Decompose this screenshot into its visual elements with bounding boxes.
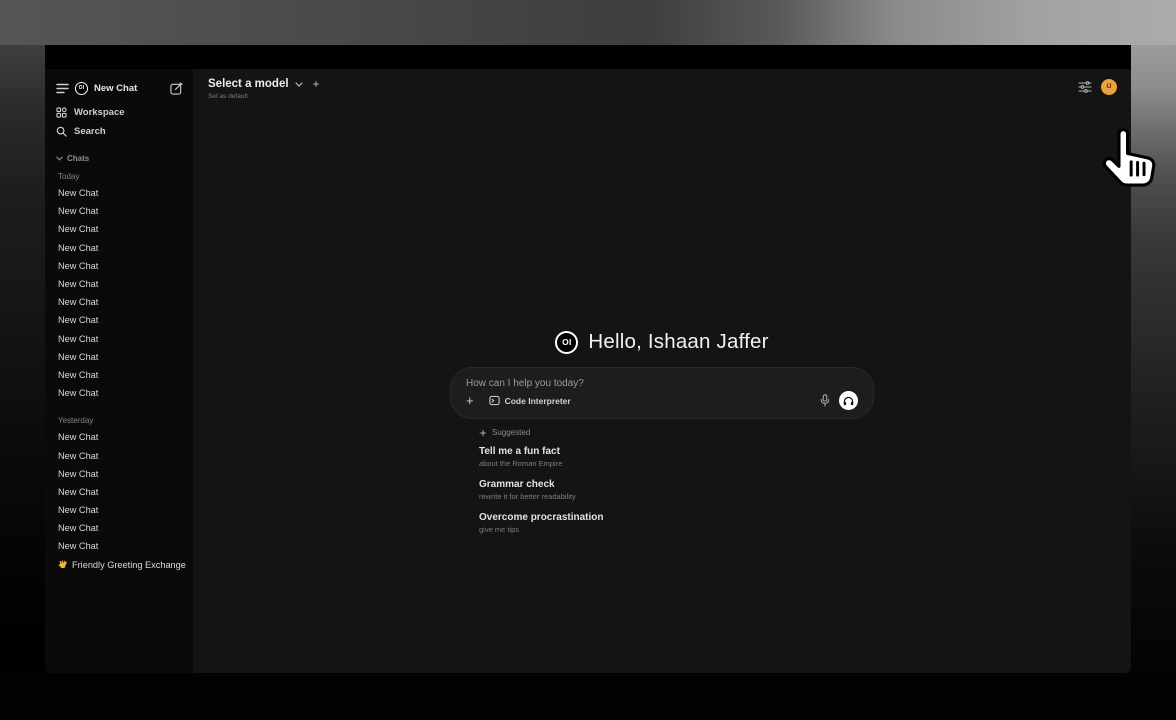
chat-list-today: New ChatNew ChatNew ChatNew ChatNew Chat… [56, 184, 183, 402]
suggestion-title: Grammar check [479, 479, 874, 490]
chat-item[interactable]: New Chat [56, 257, 183, 275]
chat-item[interactable]: New Chat [56, 446, 183, 464]
chat-item[interactable]: New Chat [56, 501, 183, 519]
sparkle-icon [479, 429, 487, 437]
chat-item[interactable]: New Chat [56, 330, 183, 348]
model-chevron-down-icon[interactable] [295, 82, 303, 87]
suggestion-fun-fact[interactable]: Tell me a fun fact about the Roman Empir… [479, 446, 874, 468]
chat-item[interactable]: New Chat [56, 483, 183, 501]
new-chat-icon[interactable] [170, 82, 183, 95]
chat-group-label-today: Today [56, 172, 183, 181]
sidebar-title: New Chat [94, 83, 137, 94]
window-titlebar [45, 45, 1131, 69]
chat-item[interactable]: New Chat [56, 239, 183, 257]
model-selector: Select a model + Set as default [208, 78, 320, 100]
mouse-cursor [1100, 127, 1158, 189]
workspace-grid-icon [56, 107, 67, 118]
search-icon [56, 126, 67, 137]
add-model-button[interactable]: + [313, 79, 320, 89]
chat-item[interactable]: New Chat [56, 348, 183, 366]
suggested-section: Suggested Tell me a fun fact about the R… [450, 428, 874, 534]
sidebar-item-search[interactable]: Search [56, 122, 183, 141]
chats-section-header[interactable]: Chats [56, 152, 183, 164]
workspace-label: Workspace [74, 107, 125, 118]
microphone-icon[interactable] [820, 394, 830, 407]
chat-item[interactable]: New Chat [56, 202, 183, 220]
controls-sliders-icon[interactable] [1078, 81, 1092, 93]
code-interpreter-toggle[interactable]: Code Interpreter [489, 395, 571, 406]
chat-item[interactable]: New Chat [56, 537, 183, 555]
greeting-text: Hello, Ishaan Jaffer [588, 330, 768, 354]
wave-emoji-icon [58, 560, 68, 570]
set-as-default-link[interactable]: Set as default [208, 93, 320, 100]
sidebar: OI New Chat Workspace [45, 69, 193, 673]
chat-item[interactable]: New Chat [56, 384, 183, 402]
chats-section-label: Chats [67, 154, 89, 163]
greeting-logo: OI [555, 331, 578, 354]
search-label: Search [74, 126, 106, 137]
chevron-down-icon [56, 156, 63, 161]
suggested-label: Suggested [492, 428, 530, 437]
chat-list-yesterday: New ChatNew ChatNew ChatNew ChatNew Chat… [56, 428, 183, 555]
main-pane: Select a model + Set as default IJ [193, 69, 1131, 673]
suggestion-grammar-check[interactable]: Grammar check rewrite it for better read… [479, 479, 874, 501]
chat-item[interactable]: New Chat [56, 275, 183, 293]
code-interpreter-label: Code Interpreter [505, 396, 571, 406]
sidebar-item-workspace[interactable]: Workspace [56, 103, 183, 122]
message-composer[interactable]: How can I help you today? + Code Interpr… [450, 367, 874, 419]
greeting: OI Hello, Ishaan Jaffer [450, 330, 874, 354]
user-avatar[interactable]: IJ [1101, 79, 1117, 95]
chat-group-label-yesterday: Yesterday [56, 416, 183, 425]
chat-item[interactable]: New Chat [56, 366, 183, 384]
app-logo: OI [75, 82, 88, 95]
message-input[interactable]: How can I help you today? [466, 378, 858, 389]
suggestion-procrastination[interactable]: Overcome procrastination give me tips [479, 512, 874, 534]
desktop: OI New Chat Workspace [0, 0, 1176, 720]
chat-item[interactable]: New Chat [56, 465, 183, 483]
headphones-icon [843, 396, 854, 406]
app-window: OI New Chat Workspace [45, 45, 1131, 673]
wallpaper-left [0, 45, 45, 673]
chat-item[interactable]: New Chat [56, 220, 183, 238]
suggestion-title: Tell me a fun fact [479, 446, 874, 457]
chat-item[interactable]: New Chat [56, 184, 183, 202]
suggestion-subtitle: about the Roman Empire [479, 459, 874, 468]
wallpaper-bottom [0, 673, 1176, 720]
wallpaper-top [0, 0, 1176, 45]
chat-item-friendly-greeting[interactable]: Friendly Greeting Exchange [56, 556, 183, 575]
named-chat-label: Friendly Greeting Exchange [72, 560, 186, 570]
attach-plus-button[interactable]: + [466, 396, 474, 406]
model-selector-button[interactable]: Select a model [208, 78, 289, 90]
code-interpreter-icon [489, 395, 500, 406]
suggestion-subtitle: give me tips [479, 525, 874, 534]
sidebar-toggle-icon[interactable] [56, 83, 69, 94]
chat-item[interactable]: New Chat [56, 293, 183, 311]
voice-call-button[interactable] [839, 391, 858, 410]
suggestion-subtitle: rewrite it for better readability [479, 492, 874, 501]
chat-item[interactable]: New Chat [56, 311, 183, 329]
chat-item[interactable]: New Chat [56, 519, 183, 537]
suggestion-title: Overcome procrastination [479, 512, 874, 523]
chat-item[interactable]: New Chat [56, 428, 183, 446]
